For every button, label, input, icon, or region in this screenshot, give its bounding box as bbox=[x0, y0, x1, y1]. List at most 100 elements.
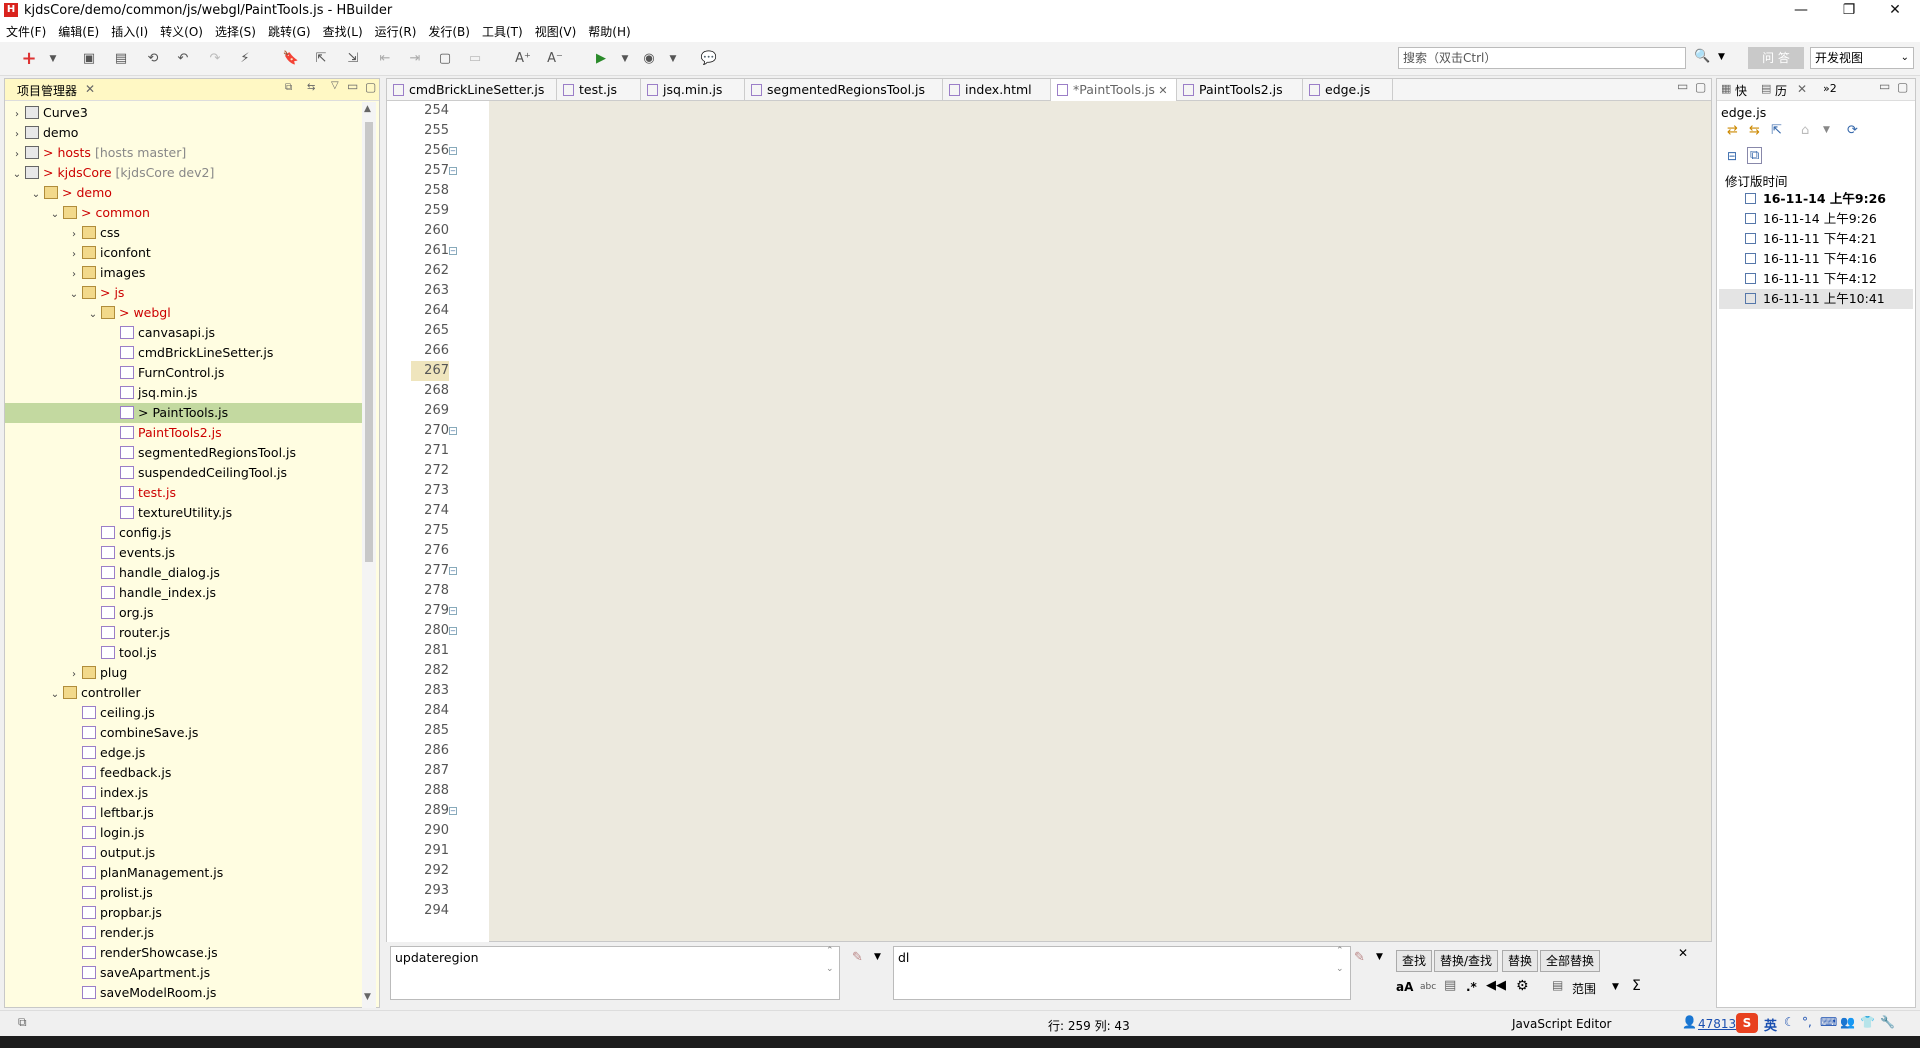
tree-file-item[interactable]: prolist.js bbox=[5, 883, 363, 903]
replace-history-dropdown-icon[interactable]: ▼ bbox=[1376, 952, 1383, 962]
menu-select[interactable]: 选择(S) bbox=[209, 22, 262, 42]
user-count-link[interactable]: 47813 bbox=[1698, 1017, 1736, 1031]
revision-item[interactable]: 16-11-11 下午4:16 bbox=[1719, 249, 1913, 269]
tree-folder-item[interactable]: › css bbox=[5, 223, 363, 243]
tree-file-item[interactable]: ceiling.js bbox=[5, 703, 363, 723]
revision-item[interactable]: 16-11-14 上午9:26 bbox=[1719, 209, 1913, 229]
expanded-arrow-icon[interactable]: ⌄ bbox=[68, 285, 80, 305]
case-sensitive-toggle[interactable]: aA bbox=[1396, 980, 1413, 994]
collapsed-arrow-icon[interactable]: › bbox=[68, 245, 80, 265]
undo-icon[interactable]: ↶ bbox=[174, 50, 192, 68]
menu-run[interactable]: 运行(R) bbox=[369, 22, 423, 42]
collapsed-arrow-icon[interactable]: › bbox=[11, 145, 23, 165]
redo-icon[interactable]: ↷ bbox=[206, 50, 224, 68]
backward-search-icon[interactable]: ◀◀ bbox=[1486, 978, 1506, 993]
tree-file-item[interactable]: textureUtility.js bbox=[5, 503, 363, 523]
fold-toggle-icon[interactable]: − bbox=[449, 427, 457, 435]
replace-find-button[interactable]: 替换/查找 bbox=[1434, 950, 1499, 972]
browser-dropdown-icon[interactable]: ▼ bbox=[664, 50, 682, 68]
tree-folder-item[interactable]: ⌄ > common bbox=[5, 203, 363, 223]
collapsed-arrow-icon[interactable]: › bbox=[11, 125, 23, 145]
fold-toggle-icon[interactable]: − bbox=[449, 567, 457, 575]
scope-dropdown-icon[interactable]: ▼ bbox=[1612, 982, 1619, 992]
tree-file-item[interactable]: jsq.min.js bbox=[5, 383, 363, 403]
collapsed-arrow-icon[interactable]: › bbox=[68, 265, 80, 285]
replace-input[interactable]: dl bbox=[893, 946, 1351, 1000]
run-dropdown-icon[interactable]: ▼ bbox=[616, 50, 634, 68]
fold-toggle-icon[interactable]: − bbox=[449, 607, 457, 615]
tree-file-item[interactable]: handle_index.js bbox=[5, 583, 363, 603]
outline-tab-icon[interactable]: ▦ bbox=[1721, 82, 1731, 95]
tree-file-item[interactable]: canvasapi.js bbox=[5, 323, 363, 343]
replace-scroll-down-icon[interactable]: ⌄ bbox=[1336, 964, 1344, 974]
font-increase-icon[interactable]: A⁺ bbox=[514, 50, 532, 68]
history-tab-icon[interactable]: ▤ bbox=[1761, 82, 1771, 95]
search-dropdown-icon[interactable]: ▼ bbox=[1718, 52, 1725, 62]
tree-file-item[interactable]: planManagement.js bbox=[5, 863, 363, 883]
menu-edit[interactable]: 编辑(E) bbox=[52, 22, 105, 42]
scroll-down-icon[interactable]: ▼ bbox=[364, 992, 371, 1002]
new-icon[interactable]: + bbox=[20, 50, 38, 68]
minimize-button[interactable]: — bbox=[1778, 0, 1824, 22]
tree-folder-item[interactable]: › > hosts [hosts master] bbox=[5, 143, 363, 163]
editor-tab[interactable]: jsq.min.js bbox=[641, 79, 745, 101]
menu-tools[interactable]: 工具(T) bbox=[476, 22, 529, 42]
tree-file-item[interactable]: index.js bbox=[5, 783, 363, 803]
revision-item[interactable]: 16-11-11 上午10:41 bbox=[1719, 289, 1913, 309]
save-all-icon[interactable]: ▤ bbox=[112, 50, 130, 68]
expanded-arrow-icon[interactable]: ⌄ bbox=[49, 205, 61, 225]
export-icon[interactable]: ⇲ bbox=[344, 50, 362, 68]
editor-tab[interactable]: index.html bbox=[943, 79, 1051, 101]
user-settings-icon[interactable]: 👥 bbox=[1840, 1015, 1855, 1029]
compare-icon[interactable]: ⇆ bbox=[1749, 123, 1760, 138]
maximize-panel-icon[interactable]: ▢ bbox=[365, 80, 376, 94]
tree-file-item[interactable]: output.js bbox=[5, 843, 363, 863]
fold-toggle-icon[interactable]: − bbox=[449, 627, 457, 635]
maximize-editor-icon[interactable]: ▢ bbox=[1695, 80, 1706, 94]
find-settings-icon[interactable]: ⚙ bbox=[1516, 978, 1529, 994]
find-history-dropdown-icon[interactable]: ▼ bbox=[874, 952, 881, 962]
tree-file-item[interactable]: PaintTools2.js bbox=[5, 423, 363, 443]
minimize-editor-icon[interactable]: ▭ bbox=[1677, 79, 1688, 93]
tree-file-item[interactable]: login.js bbox=[5, 823, 363, 843]
expanded-arrow-icon[interactable]: ⌄ bbox=[11, 165, 23, 185]
more-tabs-button[interactable]: »2 bbox=[1823, 82, 1837, 95]
menu-insert[interactable]: 插入(I) bbox=[105, 22, 154, 42]
moon-icon[interactable]: ☾ bbox=[1784, 1015, 1795, 1029]
tree-file-item[interactable]: org.js bbox=[5, 603, 363, 623]
close-tab-icon[interactable]: ✕ bbox=[1797, 82, 1807, 96]
collapsed-arrow-icon[interactable]: › bbox=[68, 665, 80, 685]
skin-icon[interactable]: 👕 bbox=[1860, 1015, 1875, 1029]
expanded-arrow-icon[interactable]: ⌄ bbox=[87, 305, 99, 325]
tree-file-item[interactable]: tool.js bbox=[5, 643, 363, 663]
replace-button[interactable]: 替换 bbox=[1502, 950, 1539, 972]
tree-file-item[interactable]: leftbar.js bbox=[5, 803, 363, 823]
tree-folder-item[interactable]: › demo bbox=[5, 123, 363, 143]
revision-item[interactable]: 16-11-11 下午4:12 bbox=[1719, 269, 1913, 289]
tree-folder-item[interactable]: › images bbox=[5, 263, 363, 283]
tree-file-item[interactable]: saveApartment.js bbox=[5, 963, 363, 983]
editor-tab[interactable]: test.js bbox=[557, 79, 641, 101]
find-history-icon[interactable]: ✎ bbox=[852, 950, 863, 965]
sum-icon[interactable]: Σ bbox=[1632, 978, 1641, 994]
collapsed-arrow-icon[interactable]: › bbox=[68, 225, 80, 245]
collapse-icon[interactable]: ⊟ bbox=[1727, 149, 1737, 163]
fold-toggle-icon[interactable]: − bbox=[449, 247, 457, 255]
font-decrease-icon[interactable]: A⁻ bbox=[546, 50, 564, 68]
editor-tab[interactable]: edge.js bbox=[1303, 79, 1393, 101]
tree-file-item[interactable]: handle_dialog.js bbox=[5, 563, 363, 583]
tree-file-item[interactable]: edge.js bbox=[5, 743, 363, 763]
tree-file-item[interactable]: propbar.js bbox=[5, 903, 363, 923]
maximize-panel-icon[interactable]: ▢ bbox=[1897, 80, 1908, 94]
tree-folder-item[interactable]: › Curve3 bbox=[5, 103, 363, 123]
group-icon[interactable]: ⌂ bbox=[1801, 123, 1809, 138]
tree-file-item[interactable]: feedback.js bbox=[5, 763, 363, 783]
prev-edit-icon[interactable]: ⇤ bbox=[376, 50, 394, 68]
in-selection-icon[interactable]: ▤ bbox=[1444, 978, 1456, 993]
preview-icon[interactable]: ▭ bbox=[466, 50, 484, 68]
tree-file-item[interactable]: FurnControl.js bbox=[5, 363, 363, 383]
tree-folder-item[interactable]: › iconfont bbox=[5, 243, 363, 263]
editor-tab[interactable]: cmdBrickLineSetter.js bbox=[387, 79, 557, 101]
tree-folder-item[interactable]: ⌄ > js bbox=[5, 283, 363, 303]
replace-all-button[interactable]: 全部替换 bbox=[1540, 950, 1601, 972]
